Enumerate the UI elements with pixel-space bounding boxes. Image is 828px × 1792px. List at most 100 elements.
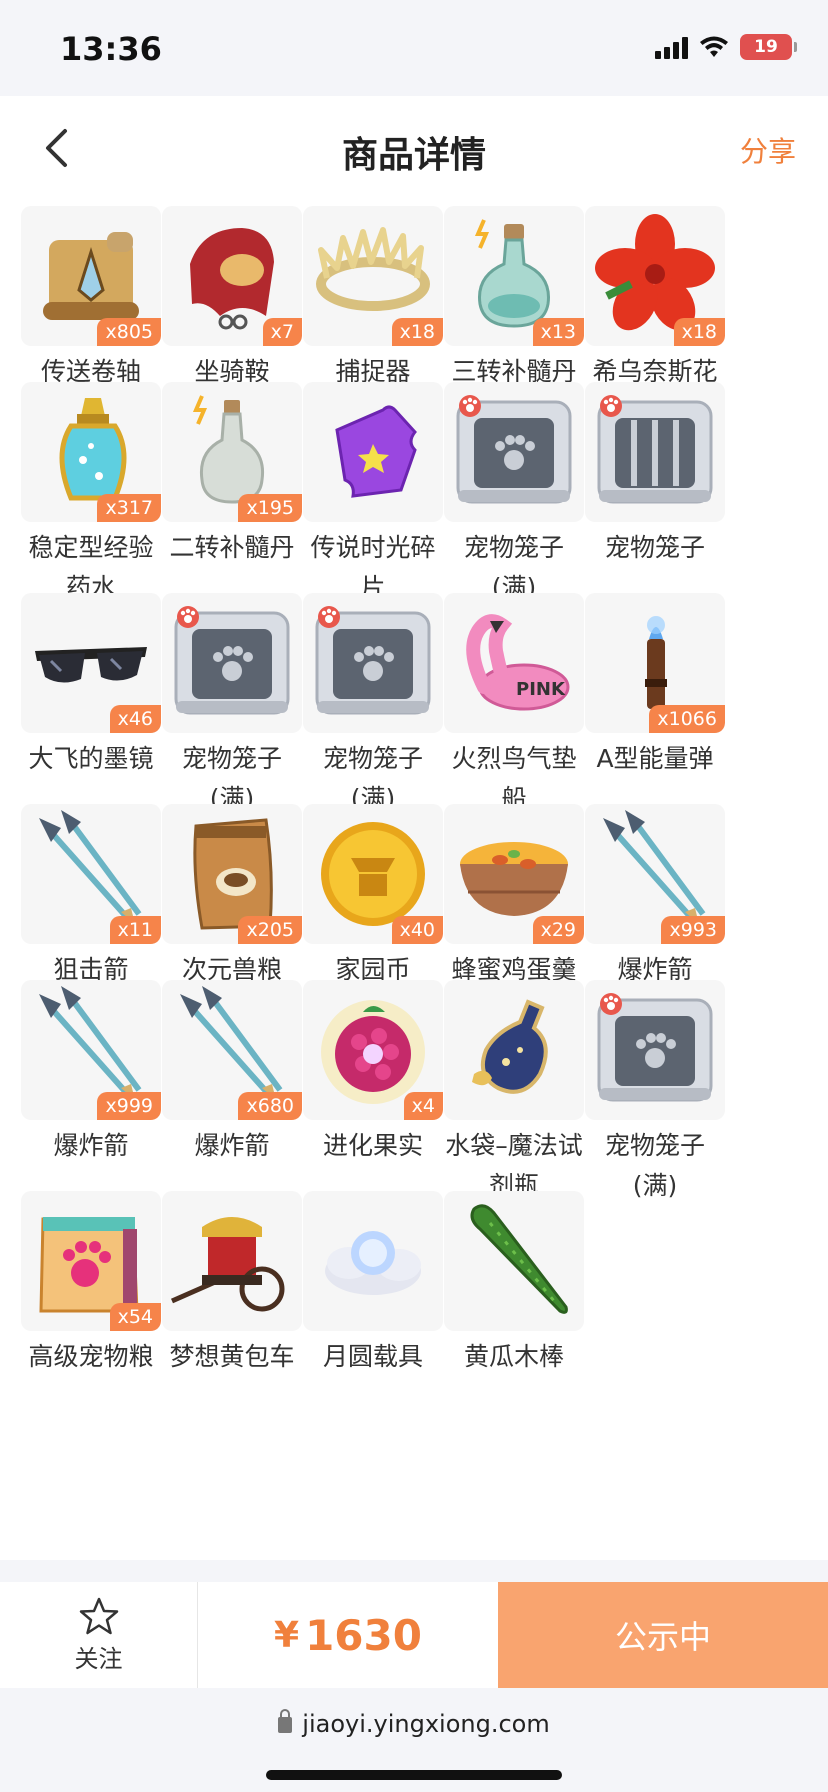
item-thumbnail: x46 bbox=[21, 593, 161, 733]
item-card[interactable]: 传说时光碎片 bbox=[302, 382, 452, 608]
battery-icon: 19 bbox=[740, 34, 797, 60]
item-card[interactable]: x195 二转补髓丹 bbox=[161, 382, 311, 568]
item-card[interactable]: x54 高级宠物粮 bbox=[20, 1191, 170, 1377]
item-card[interactable]: x4 进化果实 bbox=[302, 980, 452, 1166]
item-name: 宠物笼子(满) bbox=[604, 1131, 705, 1200]
item-quantity-badge: x29 bbox=[532, 916, 584, 944]
item-card[interactable]: 水袋–魔法试剂瓶 bbox=[443, 980, 593, 1206]
pet-cage-full-icon bbox=[585, 980, 725, 1120]
item-thumbnail: x999 bbox=[21, 980, 161, 1120]
currency-symbol: ¥ bbox=[274, 1614, 300, 1656]
item-quantity-badge: x999 bbox=[97, 1092, 161, 1120]
item-card[interactable]: 宠物笼子(满) bbox=[302, 593, 452, 819]
share-button[interactable]: 分享 bbox=[740, 130, 796, 170]
item-thumbnail bbox=[585, 382, 725, 522]
item-quantity-badge: x13 bbox=[532, 318, 584, 346]
item-thumbnail: x18 bbox=[585, 206, 725, 346]
item-name: 梦想黄包车 bbox=[169, 1342, 295, 1371]
item-thumbnail bbox=[303, 1191, 443, 1331]
header: 商品详情 分享 bbox=[0, 96, 828, 202]
item-thumbnail: x317 bbox=[21, 382, 161, 522]
item-card[interactable]: 梦想黄包车 bbox=[161, 1191, 311, 1377]
item-thumbnail bbox=[303, 382, 443, 522]
item-quantity-badge: x317 bbox=[97, 494, 161, 522]
status-icons: 19 bbox=[655, 34, 797, 60]
item-card[interactable]: x999 爆炸箭 bbox=[20, 980, 170, 1166]
item-grid-area: x805 传送卷轴 x7 坐骑鞍 x18 捕捉器 x13 三转补髓丹 x18 希乌奈斯花 x317 稳… bbox=[0, 202, 828, 1560]
item-card[interactable]: x1066 A型能量弹 bbox=[584, 593, 734, 779]
item-quantity-badge: x54 bbox=[109, 1303, 161, 1331]
url-value: jiaoyi.yingxiong.com bbox=[302, 1710, 550, 1738]
item-card[interactable]: x805 传送卷轴 bbox=[20, 206, 170, 392]
item-thumbnail: x195 bbox=[162, 382, 302, 522]
item-card[interactable]: x13 三转补髓丹 bbox=[443, 206, 593, 392]
svg-text:PINK: PINK bbox=[516, 679, 566, 700]
item-quantity-badge: x11 bbox=[109, 916, 161, 944]
item-thumbnail: x40 bbox=[303, 804, 443, 944]
item-card[interactable]: 宠物笼子(满) bbox=[161, 593, 311, 819]
item-name: 大飞的墨镜 bbox=[28, 744, 154, 773]
item-thumbnail: x7 bbox=[162, 206, 302, 346]
price-value: 1630 bbox=[305, 1610, 422, 1660]
item-thumbnail bbox=[162, 593, 302, 733]
item-card[interactable]: x40 家园币 bbox=[302, 804, 452, 990]
url-bar: jiaoyi.yingxiong.com bbox=[0, 1688, 828, 1792]
item-quantity-badge: x680 bbox=[238, 1092, 302, 1120]
item-quantity-badge: x195 bbox=[238, 494, 302, 522]
lock-icon bbox=[278, 1709, 293, 1733]
item-thumbnail bbox=[162, 1191, 302, 1331]
item-quantity-badge: x7 bbox=[262, 318, 302, 346]
item-thumbnail bbox=[444, 382, 584, 522]
item-card[interactable]: x18 捕捉器 bbox=[302, 206, 452, 392]
item-card[interactable]: PINK 火烈鸟气垫船 bbox=[443, 593, 593, 819]
item-card[interactable]: x993 爆炸箭 bbox=[584, 804, 734, 990]
star-icon bbox=[79, 1597, 118, 1634]
item-card[interactable]: x11 狙击箭 bbox=[20, 804, 170, 990]
item-card[interactable]: x29 蜂蜜鸡蛋羹 bbox=[443, 804, 593, 990]
action-bar: 关注 ¥ 1630 公示中 bbox=[0, 1582, 828, 1688]
item-card[interactable]: 宠物笼子(满) bbox=[443, 382, 593, 608]
flamingo-float-icon: PINK bbox=[444, 593, 584, 733]
item-quantity-badge: x1066 bbox=[649, 705, 725, 733]
item-card[interactable]: x7 坐骑鞍 bbox=[161, 206, 311, 392]
follow-button[interactable]: 关注 bbox=[0, 1582, 198, 1688]
item-thumbnail: x805 bbox=[21, 206, 161, 346]
item-thumbnail: x13 bbox=[444, 206, 584, 346]
item-thumbnail bbox=[444, 980, 584, 1120]
home-indicator bbox=[266, 1770, 562, 1780]
item-card[interactable]: 月圆载具 bbox=[302, 1191, 452, 1377]
magic-flask-icon bbox=[444, 980, 584, 1120]
item-name: A型能量弹 bbox=[596, 744, 714, 773]
pet-cage-full-icon bbox=[303, 593, 443, 733]
item-name: 高级宠物粮 bbox=[28, 1342, 154, 1371]
item-thumbnail: x18 bbox=[303, 206, 443, 346]
item-card[interactable]: x317 稳定型经验药水 bbox=[20, 382, 170, 608]
item-name: 二转补髓丹 bbox=[169, 533, 295, 562]
pet-cage-full-icon bbox=[162, 593, 302, 733]
status-button[interactable]: 公示中 bbox=[498, 1582, 828, 1688]
item-name: 宠物笼子 bbox=[604, 533, 705, 562]
item-card[interactable]: x46 大飞的墨镜 bbox=[20, 593, 170, 779]
item-quantity-badge: x4 bbox=[403, 1092, 443, 1120]
item-card[interactable]: 黄瓜木棒 bbox=[443, 1191, 593, 1377]
pet-cage-full-icon bbox=[444, 382, 584, 522]
item-thumbnail: x54 bbox=[21, 1191, 161, 1331]
item-thumbnail: x11 bbox=[21, 804, 161, 944]
item-thumbnail bbox=[303, 593, 443, 733]
signal-icon bbox=[655, 35, 688, 59]
item-card[interactable]: x205 次元兽粮 bbox=[161, 804, 311, 990]
item-quantity-badge: x18 bbox=[391, 318, 443, 346]
url-text[interactable]: jiaoyi.yingxiong.com bbox=[0, 1709, 828, 1738]
item-card[interactable]: x18 希乌奈斯花 bbox=[584, 206, 734, 392]
item-name: 黄瓜木棒 bbox=[463, 1342, 564, 1371]
item-thumbnail: x29 bbox=[444, 804, 584, 944]
cucumber-icon bbox=[444, 1191, 584, 1331]
item-card[interactable]: 宠物笼子(满) bbox=[584, 980, 734, 1206]
item-thumbnail bbox=[444, 1191, 584, 1331]
rickshaw-icon bbox=[162, 1191, 302, 1331]
item-quantity-badge: x993 bbox=[661, 916, 725, 944]
item-thumbnail: x993 bbox=[585, 804, 725, 944]
item-card[interactable]: x680 爆炸箭 bbox=[161, 980, 311, 1166]
status-time: 13:36 bbox=[60, 30, 162, 68]
item-card[interactable]: 宠物笼子 bbox=[584, 382, 734, 568]
